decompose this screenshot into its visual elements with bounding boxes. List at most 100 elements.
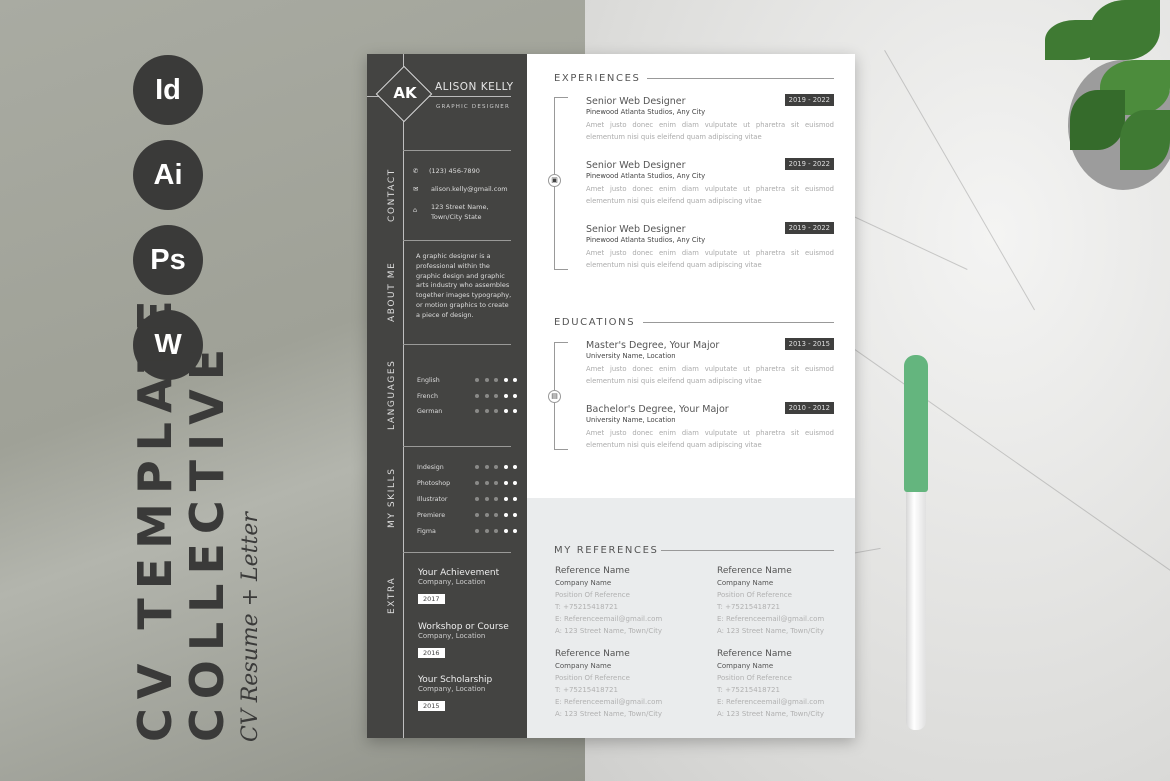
phone-icon: ✆: [413, 167, 419, 175]
rating-dot: [503, 513, 508, 517]
reference-name: Reference Name: [717, 566, 792, 576]
rating-dot: [484, 513, 489, 517]
reference-position: Position Of Reference: [555, 674, 630, 682]
rating-dot: [513, 481, 517, 485]
skills-rating: [470, 496, 517, 503]
book-icon: ▤: [548, 390, 561, 403]
entry-dates: 2019 - 2022: [784, 222, 834, 234]
rating-dot: [475, 378, 479, 382]
skills-rating: [470, 512, 517, 519]
entry-organization: Pinewood Atlanta Studios, Any City: [586, 172, 706, 180]
rating-dot: [494, 393, 498, 398]
rating-dot: [475, 497, 479, 501]
briefcase-icon: ▣: [548, 174, 561, 187]
rating-dot: [503, 465, 508, 469]
illustrator-icon: Ai: [133, 140, 203, 210]
reference-card: Reference Name Company Name Position Of Re…: [717, 648, 867, 720]
resume-page: AK ALISON KELLY GRAPHIC DESIGNER CONTACT…: [367, 54, 855, 738]
email-icon: ✉: [413, 185, 419, 193]
rating-dot: [484, 409, 489, 413]
contact-email: alison.kelly@gmail.com: [431, 185, 508, 193]
extra-year: 2017: [418, 594, 445, 604]
entry-description: Amet justo donec enim diam vulputate ut …: [586, 429, 834, 449]
contact-address-line1: 123 Street Name,: [431, 203, 489, 211]
reference-address: A: 123 Street Name, Town/City: [717, 710, 825, 718]
rating-dot: [475, 393, 479, 398]
section-label-contact: CONTACT: [387, 168, 397, 222]
skills-row: Illustrator: [417, 496, 517, 503]
entry-dates: 2010 - 2012: [784, 402, 834, 414]
rating-dot: [494, 529, 498, 533]
section-label-extra: EXTRA: [387, 576, 397, 614]
skills-rating: [470, 464, 517, 471]
rating-dot: [513, 378, 517, 382]
rating-dot: [503, 497, 508, 501]
rating-dot: [494, 481, 498, 485]
skills-rating: [470, 528, 517, 535]
rating-dot: [513, 409, 517, 413]
entry-organization: Pinewood Atlanta Studios, Any City: [586, 236, 706, 244]
skills-name: Premiere: [417, 512, 446, 519]
rating-dot: [475, 513, 479, 517]
indesign-icon: Id: [133, 55, 203, 125]
rating-dot: [475, 465, 479, 469]
reference-name: Reference Name: [717, 649, 792, 659]
skills-row: Premiere: [417, 512, 517, 519]
languages-rating: [470, 377, 517, 384]
reference-address: A: 123 Street Name, Town/City: [555, 627, 663, 635]
rating-dot: [513, 465, 517, 469]
rating-dot: [484, 465, 489, 469]
reference-phone: T: +75215418721: [555, 603, 618, 611]
skills-name: Indesign: [417, 464, 444, 471]
rating-dot: [503, 378, 508, 382]
entry-organization: University Name, Location: [586, 416, 676, 424]
reference-email: E: Referenceemail@gmail.com: [555, 615, 663, 623]
experiences-entry: Senior Web Designer Pinewood Atlanta Stud…: [586, 94, 834, 143]
extra-item: Your Achievement Company, Location 2017: [418, 568, 499, 605]
reference-address: A: 123 Street Name, Town/City: [555, 710, 663, 718]
reference-company: Company Name: [555, 579, 612, 587]
extra-item: Workshop or Course Company, Location 2016: [418, 622, 509, 659]
entry-organization: University Name, Location: [586, 352, 676, 360]
reference-company: Company Name: [717, 579, 774, 587]
entry-description: Amet justo donec enim diam vulputate ut …: [586, 121, 834, 141]
contact-address-line2: Town/City State: [431, 213, 482, 221]
rating-dot: [475, 529, 479, 533]
languages-name: English: [417, 377, 440, 384]
section-label-about: ABOUT ME: [387, 261, 397, 322]
photoshop-icon: Ps: [133, 225, 203, 295]
rating-dot: [484, 481, 489, 485]
rating-dot: [503, 481, 508, 485]
reference-phone: T: +75215418721: [717, 603, 780, 611]
rating-dot: [484, 497, 489, 501]
pen-cap: [904, 355, 928, 492]
languages-row: English: [417, 377, 517, 384]
rating-dot: [503, 409, 508, 413]
languages-name: French: [417, 392, 438, 400]
reference-position: Position Of Reference: [717, 674, 792, 682]
contact-phone: (123) 456-7890: [429, 167, 480, 175]
reference-card: Reference Name Company Name Position Of Re…: [555, 648, 705, 720]
languages-name: German: [417, 408, 443, 415]
reference-phone: T: +75215418721: [717, 686, 780, 694]
educations-heading: EDUCATIONS: [554, 317, 636, 328]
resume-name: ALISON KELLY: [435, 81, 514, 93]
rating-dot: [503, 393, 508, 398]
reference-position: Position Of Reference: [555, 591, 630, 599]
resume-sidebar: AK ALISON KELLY GRAPHIC DESIGNER CONTACT…: [367, 54, 527, 738]
rating-dot: [494, 465, 498, 469]
educations-entry: Bachelor's Degree, Your Major University …: [586, 402, 834, 451]
skills-row: Figma: [417, 528, 517, 535]
skills-name: Photoshop: [417, 480, 451, 487]
reference-company: Company Name: [717, 662, 774, 670]
rating-dot: [513, 529, 517, 533]
extra-title: Your Scholarship: [418, 675, 493, 685]
promo-title-line1: CV TEMPLATE: [128, 291, 182, 742]
references-heading: MY REFERENCES: [554, 545, 659, 556]
experiences-entry: Senior Web Designer Pinewood Atlanta Stud…: [586, 222, 834, 271]
rating-dot: [494, 497, 498, 501]
promo-title-line2: COLLECTIVE: [180, 339, 234, 742]
rating-dot: [513, 393, 517, 398]
rating-dot: [484, 393, 489, 398]
reference-name: Reference Name: [555, 566, 630, 576]
